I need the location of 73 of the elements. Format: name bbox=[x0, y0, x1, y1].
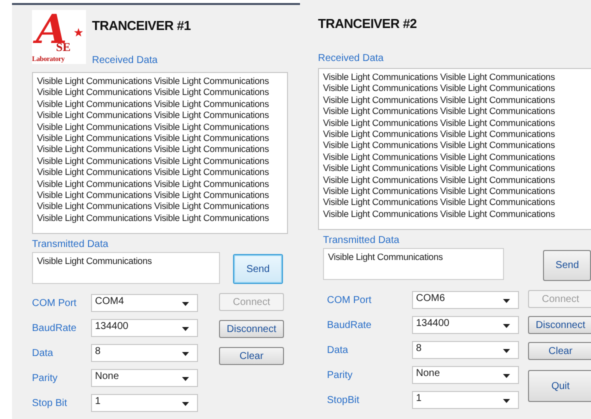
dropdown[interactable]: 134400 bbox=[412, 316, 519, 334]
send-button[interactable]: Send bbox=[543, 250, 591, 281]
received-line: Visible Light Communications Visible Light Communications bbox=[37, 87, 270, 99]
dropdown[interactable]: 134400 bbox=[91, 319, 198, 337]
dropdown[interactable]: 8 bbox=[91, 344, 198, 362]
setting-label: COM Port bbox=[327, 294, 372, 306]
received-data-label: Received Data bbox=[92, 55, 159, 66]
received-line: Visible Light Communications Visible Light Communications bbox=[37, 122, 270, 134]
send-button[interactable]: Send bbox=[233, 254, 283, 284]
setting-label: COM Port bbox=[32, 298, 78, 308]
received-line: Visible Light Communications Visible Light Communications bbox=[37, 167, 270, 179]
received-line: Visible Light Communications Visible Light Communications bbox=[323, 152, 556, 164]
setting-label: BaudRate bbox=[32, 322, 78, 334]
received-line: Visible Light Communications Visible Light Communications bbox=[323, 163, 556, 175]
received-line: Visible Light Communications Visible Light Communications bbox=[323, 106, 556, 118]
transmitted-data-field[interactable]: Visible Light Communications bbox=[32, 252, 220, 284]
caret-icon bbox=[503, 398, 510, 402]
setting-label: Stop Bit bbox=[32, 398, 68, 408]
received-line: Visible Light Communications Visible Light Communications bbox=[323, 72, 556, 84]
action-button[interactable]: Disconnect bbox=[219, 320, 284, 338]
received-data-label: Received Data bbox=[318, 53, 385, 64]
received-line: Visible Light Communications Visible Light Communications bbox=[37, 144, 270, 156]
setting-label: BaudRate bbox=[327, 320, 372, 330]
received-line: Visible Light Communications Visible Light Communications bbox=[37, 201, 270, 213]
dropdown[interactable]: 1 bbox=[91, 394, 198, 412]
received-line: Visible Light Communications Visible Light Communications bbox=[323, 83, 556, 95]
received-line: Visible Light Communications Visible Light Communications bbox=[37, 133, 270, 144]
received-line: Visible Light Communications Visible Light Communications bbox=[37, 178, 270, 190]
action-button[interactable]: Disconnect bbox=[528, 316, 591, 334]
caret-icon bbox=[503, 348, 510, 352]
transceiver-title: TRANCEIVER #2 bbox=[318, 16, 417, 31]
received-line: Visible Light Communications Visible Light Communications bbox=[37, 156, 270, 168]
received-line: Visible Light Communications Visible Light Communications bbox=[37, 190, 270, 202]
setting-label: Parity bbox=[32, 372, 59, 384]
received-line: Visible Light Communications Visible Light Communications bbox=[323, 140, 556, 152]
action-button[interactable]: Clear bbox=[219, 347, 284, 365]
transceiver-title: TRANCEIVER #1 bbox=[92, 18, 191, 33]
caret-icon bbox=[182, 352, 189, 356]
dropdown[interactable]: COM6 bbox=[412, 291, 519, 309]
caret-icon bbox=[503, 324, 510, 328]
received-line: Visible Light Communications Visible Light Communications bbox=[323, 208, 556, 220]
action-button[interactable]: Clear bbox=[528, 342, 591, 360]
action-button[interactable]: Quit bbox=[528, 370, 591, 402]
transmitted-data-label: Transmitted Data bbox=[323, 235, 400, 246]
setting-label: StopBit bbox=[327, 394, 360, 406]
setting-label: Data bbox=[32, 348, 54, 358]
dropdown[interactable]: COM4 bbox=[91, 294, 198, 312]
dropdown[interactable]: 8 bbox=[412, 341, 519, 359]
received-line: Visible Light Communications Visible Light Communications bbox=[323, 94, 556, 106]
received-line: Visible Light Communications Visible Light Communications bbox=[323, 118, 556, 130]
received-line: Visible Light Communications Visible Light Communications bbox=[323, 129, 556, 140]
received-line: Visible Light Communications Visible Light Communications bbox=[323, 197, 556, 209]
received-line: Visible Light Communications Visible Light Communications bbox=[37, 98, 270, 110]
dropdown[interactable]: None bbox=[91, 369, 198, 387]
received-line: Visible Light Communications Visible Light Communications bbox=[323, 186, 556, 198]
received-data-box[interactable] bbox=[32, 72, 288, 234]
caret-icon bbox=[182, 326, 189, 330]
dropdown[interactable]: 1 bbox=[412, 391, 519, 409]
caret-icon bbox=[182, 376, 189, 380]
received-line: Visible Light Communications Visible Light Communications bbox=[323, 174, 556, 186]
caret-icon bbox=[182, 402, 189, 406]
setting-label: Data bbox=[327, 344, 350, 356]
caret-icon bbox=[182, 302, 189, 306]
setting-label: Parity bbox=[327, 370, 354, 380]
received-line: Visible Light Communications Visible Light Communications bbox=[37, 76, 270, 88]
caret-icon bbox=[503, 374, 510, 378]
dropdown[interactable]: None bbox=[412, 366, 519, 384]
caret-icon bbox=[503, 298, 510, 302]
transmitted-data-field[interactable]: Visible Light Communications bbox=[323, 248, 504, 280]
received-data-box[interactable] bbox=[318, 68, 591, 230]
received-line: Visible Light Communications Visible Light Communications bbox=[37, 110, 270, 122]
received-line: Visible Light Communications Visible Light Communications bbox=[37, 212, 270, 224]
transmitted-data-label: Transmitted Data bbox=[32, 239, 108, 250]
